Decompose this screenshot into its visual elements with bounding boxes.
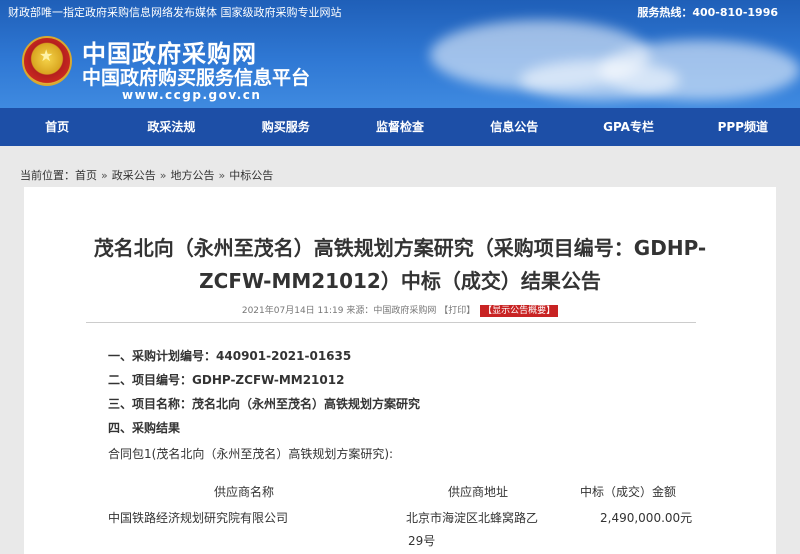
- article-meta: 2021年07月14日 11:19 来源：中国政府采购网 【打印】 【显示公告概…: [24, 303, 776, 317]
- supplier-name-cell: 中国铁路经济规划研究院有限公司: [108, 511, 289, 525]
- national-emblem-icon: [22, 36, 72, 86]
- supplier-address-cell-cont: 29号: [408, 534, 436, 548]
- service-hotline: 服务热线：400-810-1996: [637, 6, 778, 19]
- show-summary-button[interactable]: 【显示公告概要】: [480, 305, 559, 317]
- nav-purchase-services[interactable]: 购买服务: [229, 108, 343, 146]
- main-nav: 首页 政采法规 购买服务 监督检查 信息公告 GPA专栏 PPP频道: [0, 108, 800, 146]
- plan-number-value: 440901-2021-01635: [216, 349, 352, 363]
- plan-number-line: 一、采购计划编号：440901-2021-01635: [108, 347, 351, 364]
- article-title: 茂名北向（永州至茂名）高铁规划方案研究（采购项目编号：GDHP-ZCFW-MM2…: [93, 236, 707, 293]
- supplier-address-cell: 北京市海淀区北蜂窝路乙: [406, 511, 539, 525]
- result-heading: 四、采购结果: [108, 421, 181, 435]
- nav-regulations[interactable]: 政采法规: [114, 108, 228, 146]
- result-heading-line: 四、采购结果: [108, 419, 180, 436]
- article-source: 来源：中国政府采购网: [346, 306, 437, 316]
- package-line: 合同包1(茂名北向（永州至茂名）高铁规划方案研究):: [108, 447, 394, 461]
- nav-gpa[interactable]: GPA专栏: [571, 108, 685, 146]
- breadcrumb-procurement[interactable]: 政采公告: [112, 167, 156, 183]
- award-amount-cell: 2,490,000.00元: [600, 511, 693, 525]
- nav-home[interactable]: 首页: [0, 108, 114, 146]
- nav-supervision[interactable]: 监督检查: [343, 108, 457, 146]
- divider: [86, 322, 696, 323]
- site-header: 财政部唯一指定政府采购信息网络发布媒体 国家级政府采购专业网站 服务热线：400…: [0, 0, 800, 108]
- print-link[interactable]: 【打印】: [439, 306, 475, 316]
- plan-number-label: 一、采购计划编号：: [108, 349, 217, 363]
- nav-ppp[interactable]: PPP频道: [686, 108, 800, 146]
- top-bar: 财政部唯一指定政府采购信息网络发布媒体 国家级政府采购专业网站 服务热线：400…: [0, 0, 800, 22]
- nav-announcements[interactable]: 信息公告: [457, 108, 571, 146]
- publish-date: 2021年07月14日 11:19: [241, 306, 344, 316]
- breadcrumb-prefix: 当前位置：: [20, 169, 75, 182]
- project-name-label: 三、项目名称：: [108, 397, 193, 411]
- breadcrumb-separator: »: [101, 168, 108, 182]
- breadcrumb-home[interactable]: 首页: [75, 167, 97, 183]
- table-header-supplier: 供应商名称: [214, 485, 275, 499]
- site-url: www.ccgp.gov.cn: [122, 88, 262, 102]
- breadcrumb-separator: »: [159, 168, 167, 182]
- project-number-value: GDHP-ZCFW-MM21012: [192, 373, 345, 387]
- breadcrumb-local[interactable]: 地方公告: [170, 167, 214, 183]
- table-header-amount: 中标（成交）金额: [580, 485, 677, 499]
- cloud-decoration: [520, 60, 680, 100]
- table-header-address: 供应商地址: [448, 485, 509, 499]
- project-number-label: 二、项目编号：: [108, 373, 193, 387]
- project-name-value: 茂名北向（永州至茂名）高铁规划方案研究: [192, 397, 421, 411]
- breadcrumb-separator: »: [218, 168, 226, 182]
- breadcrumb-award[interactable]: 中标公告: [229, 167, 273, 183]
- topbar-tagline: 财政部唯一指定政府采购信息网络发布媒体 国家级政府采购专业网站: [8, 6, 342, 19]
- article-card: 茂名北向（永州至茂名）高铁规划方案研究（采购项目编号：GDHP-ZCFW-MM2…: [24, 187, 776, 554]
- breadcrumb: 当前位置： 首页 » 政采公告 » 地方公告 » 中标公告: [20, 167, 273, 183]
- site-subtitle: 中国政府购买服务信息平台: [82, 67, 311, 89]
- project-number-line: 二、项目编号：GDHP-ZCFW-MM21012: [108, 371, 344, 388]
- project-name-line: 三、项目名称：茂名北向（永州至茂名）高铁规划方案研究: [108, 395, 420, 412]
